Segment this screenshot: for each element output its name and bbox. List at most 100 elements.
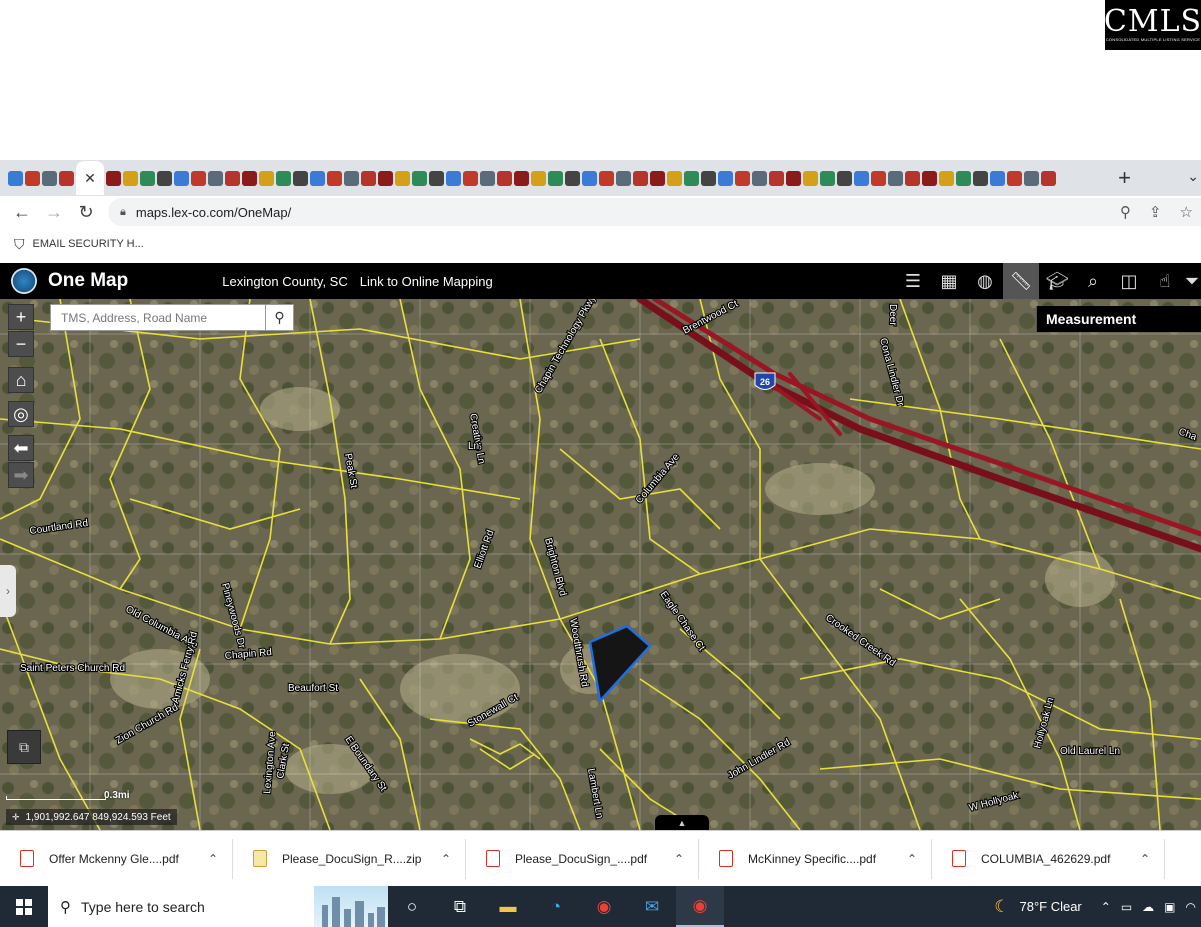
download-item[interactable]: McKinney Specific....pdf ⌃ [699, 838, 932, 879]
download-filename[interactable]: Please_DocuSign_R....zip [282, 852, 435, 866]
search-map-icon[interactable]: ⌕ [1075, 263, 1111, 299]
browser-tab[interactable] [106, 170, 121, 186]
browser-tab[interactable] [939, 170, 954, 186]
chrome-icon[interactable]: ◉ [580, 886, 628, 927]
browser-tab[interactable] [497, 170, 512, 186]
download-filename[interactable]: Offer Mckenny Gle....pdf [49, 852, 202, 866]
chevron-up-icon[interactable]: ⌃ [441, 852, 451, 866]
home-icon[interactable]: ⌂ [8, 367, 34, 393]
side-panel-toggle[interactable]: › [0, 565, 16, 617]
browser-tab[interactable] [531, 170, 546, 186]
chevron-up-icon[interactable]: ⌃ [674, 852, 684, 866]
cloud-icon[interactable]: ☁ [1142, 900, 1154, 914]
browser-tab[interactable] [752, 170, 767, 186]
bookmark-star-icon[interactable]: ☆ [1180, 203, 1193, 221]
cortana-icon[interactable]: ○ [388, 886, 436, 927]
browser-tab[interactable] [514, 170, 529, 186]
download-filename[interactable]: Please_DocuSign_....pdf [515, 852, 668, 866]
browser-tab[interactable] [480, 170, 495, 186]
basemap-toggle-button[interactable]: ⧉ [7, 730, 41, 764]
browser-tab[interactable] [361, 170, 376, 186]
browser-tab[interactable] [854, 170, 869, 186]
browser-tab[interactable] [1024, 170, 1039, 186]
zoom-in-button[interactable]: + [8, 304, 34, 330]
browser-tab[interactable] [650, 170, 665, 186]
browser-tab[interactable] [123, 170, 138, 186]
browser-tab[interactable] [718, 170, 733, 186]
download-item[interactable]: Offer Mckenny Gle....pdf ⌃ [0, 838, 233, 879]
browser-tab[interactable] [803, 170, 818, 186]
browser-tab[interactable] [174, 170, 189, 186]
download-item[interactable]: Please_DocuSign_R....zip ⌃ [233, 838, 466, 879]
browser-tab[interactable] [310, 170, 325, 186]
browser-tab[interactable] [225, 170, 240, 186]
taskbar-search-box[interactable]: ⚲ Type here to search [48, 886, 388, 927]
browser-tab[interactable] [25, 170, 40, 186]
filter-icon[interactable]: ⏷ [1183, 263, 1201, 299]
download-filename[interactable]: COLUMBIA_462629.pdf [981, 852, 1134, 866]
download-item[interactable]: COLUMBIA_462629.pdf ⌃ [932, 838, 1165, 879]
bookmark-email-security[interactable]: EMAIL SECURITY H... [33, 238, 144, 250]
browser-tab[interactable] [769, 170, 784, 186]
download-item[interactable]: Please_DocuSign_....pdf ⌃ [466, 838, 699, 879]
browser-tab[interactable] [412, 170, 427, 186]
wifi-icon[interactable]: ◠ [1186, 900, 1196, 914]
browser-tab[interactable] [429, 170, 444, 186]
chevron-up-icon[interactable]: ⌃ [208, 852, 218, 866]
online-mapping-link[interactable]: Link to Online Mapping [360, 274, 493, 289]
attribute-table-toggle[interactable]: ▲ [655, 815, 709, 830]
download-filename[interactable]: McKinney Specific....pdf [748, 852, 901, 866]
aerial-map[interactable]: 26 Brentwood CtChapin Technology PkwyCre… [0, 299, 1201, 830]
browser-tab[interactable] [667, 170, 682, 186]
browser-tab[interactable] [42, 170, 57, 186]
forward-button[interactable]: → [38, 196, 70, 228]
browser-tab[interactable] [684, 170, 699, 186]
browser-tab[interactable] [633, 170, 648, 186]
tab-search-chevron-icon[interactable]: ⌄ [1187, 168, 1199, 185]
weather-widget[interactable]: ☾ 78°F Clear [994, 897, 1082, 917]
back-button[interactable]: ← [6, 196, 38, 228]
browser-tab[interactable] [8, 170, 23, 186]
browser-tab[interactable] [378, 170, 393, 186]
browser-tab[interactable] [582, 170, 597, 186]
zoom-magnifier-icon[interactable]: ⚲ [1120, 203, 1131, 221]
browser-tab[interactable] [990, 170, 1005, 186]
weather-text[interactable]: 78°F Clear [1019, 899, 1081, 914]
map-canvas[interactable]: 26 Brentwood Ct Chapin Technology Pkwy Cre… [0, 299, 1201, 830]
browser-tab[interactable] [157, 170, 172, 186]
compare-icon[interactable]: ◫ [1111, 263, 1147, 299]
browser-tab[interactable] [871, 170, 886, 186]
browser-tab[interactable] [140, 170, 155, 186]
browser-tab[interactable] [616, 170, 631, 186]
task-view-icon[interactable]: ⧉ [436, 886, 484, 927]
browser-tab[interactable] [701, 170, 716, 186]
browser-tab[interactable] [276, 170, 291, 186]
browser-tab[interactable] [242, 170, 257, 186]
chevron-up-icon[interactable]: ⌃ [1101, 900, 1111, 914]
grid-icon[interactable]: ▦ [931, 263, 967, 299]
browser-tab[interactable] [327, 170, 342, 186]
browser-tab[interactable] [395, 170, 410, 186]
map-search-input[interactable] [51, 305, 265, 330]
previous-extent-icon[interactable]: ⬅ [8, 435, 34, 461]
browser-tab[interactable] [820, 170, 835, 186]
list-icon[interactable]: ☰ [895, 263, 931, 299]
search-icon[interactable]: ⚲ [265, 305, 293, 330]
browser-tab[interactable] [735, 170, 750, 186]
browser-tab[interactable] [59, 170, 74, 186]
chrome-profile-icon[interactable]: ◉ [676, 886, 724, 927]
display-icon[interactable]: ▣ [1164, 900, 1175, 914]
next-extent-icon[interactable]: ➡ [8, 462, 34, 488]
browser-tab[interactable] [548, 170, 563, 186]
browser-tab[interactable] [888, 170, 903, 186]
file-explorer-icon[interactable]: ▬ [484, 886, 532, 927]
graduation-cap-icon[interactable]: 🎓︎ [1039, 263, 1075, 299]
hand-pointer-icon[interactable]: ☝ [1147, 263, 1183, 299]
edge-icon[interactable]: ◔ [532, 886, 580, 927]
lock-icon[interactable]: 🔒︎ [120, 206, 126, 219]
start-button[interactable] [0, 886, 48, 927]
browser-tab[interactable] [344, 170, 359, 186]
browser-tab[interactable] [1041, 170, 1056, 186]
browser-tab[interactable] [463, 170, 478, 186]
reload-button[interactable]: ↻ [70, 196, 102, 228]
